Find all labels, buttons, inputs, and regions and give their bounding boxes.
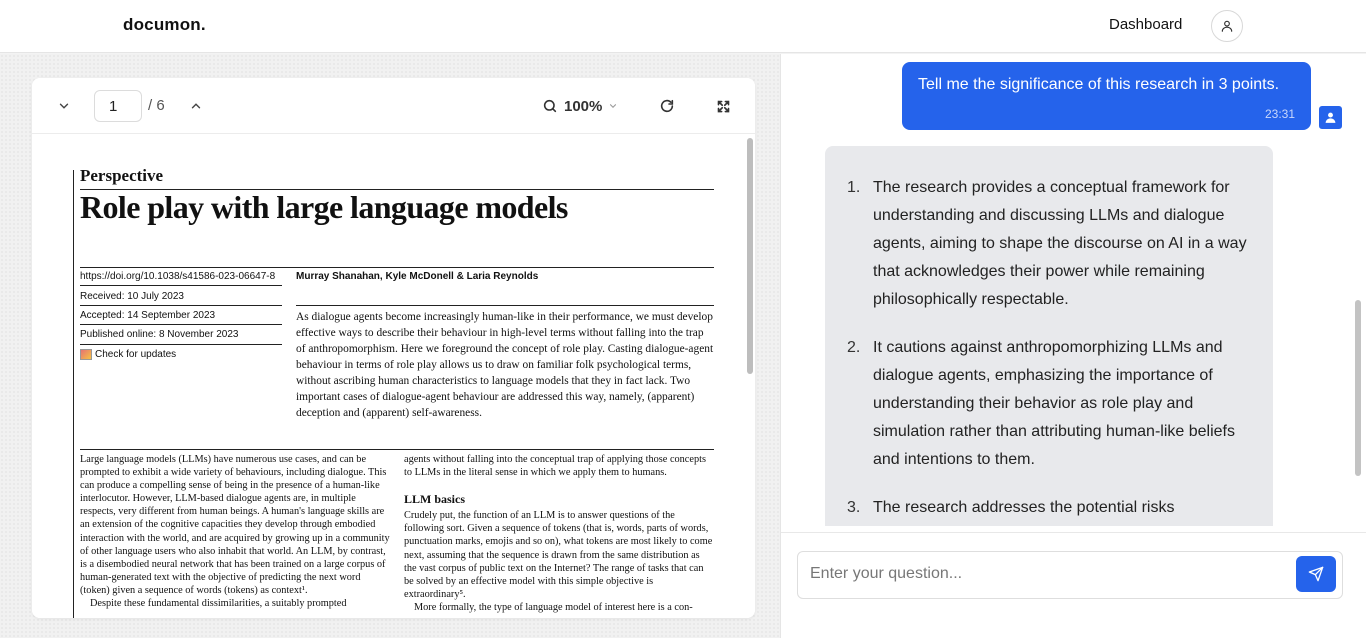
previous-page-button[interactable] — [182, 92, 210, 120]
list-text: The research addresses the potential ris… — [873, 499, 1175, 516]
list-number: 1. — [847, 179, 861, 196]
send-button[interactable] — [1296, 556, 1336, 592]
rule — [80, 449, 714, 450]
doi-link[interactable]: https://doi.org/10.1038/s41586-023-06647… — [80, 271, 275, 282]
accepted-date: Accepted: 14 September 2023 — [80, 310, 216, 321]
list-item: 1. The research provides a conceptual fr… — [847, 174, 1255, 314]
dashboard-link[interactable]: Dashboard — [1109, 16, 1182, 33]
user-menu-button[interactable] — [1211, 10, 1243, 42]
body-text: Despite these fundamental dissimilaritie… — [90, 598, 347, 610]
body-column-left: Large language models (LLMs) have numero… — [80, 453, 390, 610]
zoom-control[interactable]: 100% — [542, 92, 618, 120]
search-icon — [543, 99, 557, 113]
chat-pane: Tell me the significance of this researc… — [780, 54, 1366, 638]
body-column-right: agents without falling into the conceptu… — [404, 453, 714, 614]
user-message: Tell me the significance of this researc… — [902, 62, 1311, 130]
top-navbar: documon. Dashboard — [0, 0, 1366, 53]
next-page-button[interactable] — [50, 92, 78, 120]
user-icon — [1325, 112, 1336, 123]
rule — [80, 324, 282, 325]
paper-abstract: As dialogue agents become increasingly h… — [296, 311, 714, 419]
question-composer: Enter your question... — [797, 551, 1343, 599]
list-item: 3. The research addresses the potential … — [847, 494, 1255, 522]
send-icon — [1308, 566, 1324, 582]
rotate-icon — [660, 99, 674, 113]
margin-rule — [73, 170, 74, 618]
user-icon — [1221, 20, 1233, 32]
rule — [80, 305, 282, 306]
assistant-message: 1. The research provides a conceptual fr… — [825, 146, 1273, 526]
pdf-viewer: 1 / 6 100% Perspective Role play with la… — [32, 78, 755, 618]
fullscreen-button[interactable] — [709, 92, 737, 120]
document-canvas[interactable]: Perspective Role play with large languag… — [32, 135, 755, 618]
rule — [80, 267, 714, 268]
page-number-input[interactable]: 1 — [94, 90, 142, 122]
composer-bar: Enter your question... — [781, 532, 1366, 638]
chat-scrollbar[interactable] — [1355, 300, 1361, 476]
paper-authors: Murray Shanahan, Kyle McDonell & Laria R… — [296, 271, 539, 282]
section-heading: LLM basics — [404, 492, 466, 507]
paper-title: Role play with large language models — [80, 189, 568, 225]
document-scrollbar[interactable] — [747, 138, 753, 374]
published-date: Published online: 8 November 2023 — [80, 329, 239, 340]
body-text: Crudely put, the function of an LLM is t… — [404, 510, 713, 600]
rule — [296, 305, 714, 306]
question-input[interactable]: Enter your question... — [810, 565, 962, 583]
rule — [80, 285, 282, 286]
user-message-text: Tell me the significance of this researc… — [918, 76, 1280, 93]
viewer-toolbar: 1 / 6 100% — [32, 78, 755, 134]
list-number: 2. — [847, 339, 861, 356]
chevron-up-icon — [191, 103, 201, 109]
document-pane: 1 / 6 100% Perspective Role play with la… — [0, 54, 780, 638]
expand-icon — [717, 100, 729, 112]
body-text: agents without falling into the conceptu… — [404, 454, 706, 479]
check-updates-label: Check for updates — [95, 349, 177, 360]
body-text: Large language models (LLMs) have numero… — [80, 454, 390, 596]
chat-messages[interactable]: Tell me the significance of this researc… — [781, 54, 1366, 526]
list-number: 3. — [847, 499, 861, 516]
received-date: Received: 10 July 2023 — [80, 291, 184, 302]
list-item: 2. It cautions against anthropomorphizin… — [847, 334, 1255, 474]
check-updates-icon — [80, 349, 92, 360]
pdf-page: Perspective Role play with large languag… — [72, 135, 717, 618]
list-text: The research provides a conceptual frame… — [873, 179, 1247, 308]
body-text: More formally, the type of language mode… — [414, 601, 693, 613]
chevron-down-icon — [59, 103, 69, 109]
check-updates-link[interactable]: Check for updates — [80, 349, 176, 360]
article-type: Perspective — [80, 166, 164, 185]
zoom-level: 100% — [564, 97, 603, 115]
chevron-down-icon — [610, 104, 617, 109]
rotate-button[interactable] — [653, 92, 681, 120]
rule — [80, 344, 282, 345]
page-total: / 6 — [148, 97, 165, 114]
user-avatar — [1319, 106, 1342, 129]
list-text: It cautions against anthropomorphizing L… — [873, 339, 1235, 468]
message-timestamp: 23:31 — [1264, 107, 1295, 121]
app-logo[interactable]: documon. — [123, 15, 206, 35]
